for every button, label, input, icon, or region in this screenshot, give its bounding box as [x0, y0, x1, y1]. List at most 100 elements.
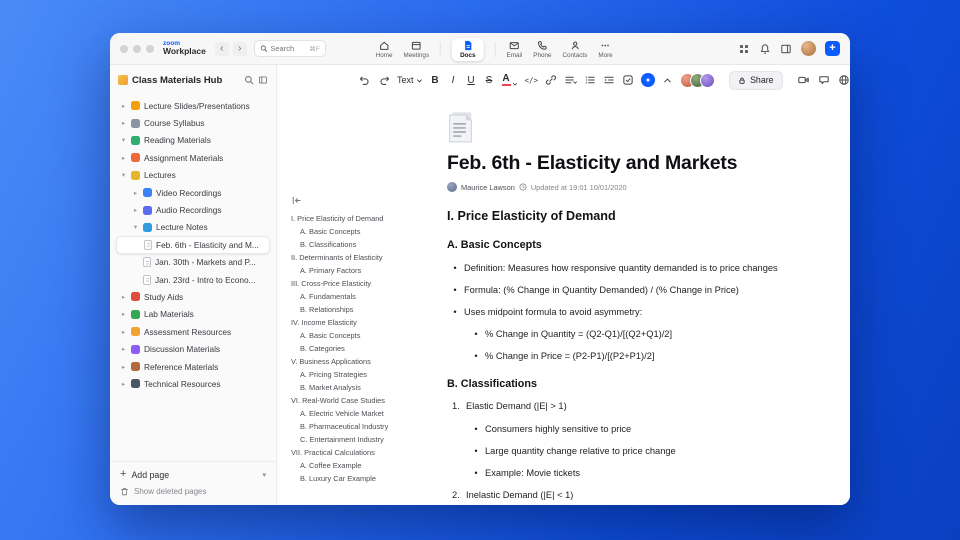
side-panel-icon[interactable]: [780, 43, 792, 55]
outline-item[interactable]: A. Electric Vehicle Market: [291, 407, 433, 420]
tab-email[interactable]: Email: [507, 40, 522, 59]
document-body[interactable]: Feb. 6th - Elasticity and Markets Mauric…: [447, 111, 850, 501]
redo-icon[interactable]: [378, 74, 390, 86]
chevron-down-icon[interactable]: ▾: [132, 223, 139, 231]
sidebar-item-technical-resources[interactable]: ▸ Technical Resources: [116, 375, 270, 392]
chevron-right-icon[interactable]: ▸: [120, 328, 127, 336]
collapse-outline-icon[interactable]: [291, 195, 302, 206]
font-color-button[interactable]: A: [501, 73, 518, 87]
sidebar-item-jan-23rd-note[interactable]: Jan. 23rd - Intro to Econo...: [116, 271, 270, 288]
tab-home[interactable]: Home: [376, 40, 393, 59]
window-zoom-button[interactable]: [146, 44, 154, 53]
bullet-list-icon[interactable]: [584, 74, 596, 86]
comments-icon[interactable]: [818, 74, 830, 86]
link-icon[interactable]: [545, 74, 557, 86]
notifications-bell-icon[interactable]: [759, 43, 771, 55]
tab-phone[interactable]: Phone: [533, 40, 551, 59]
tab-meetings[interactable]: Meetings: [404, 40, 429, 59]
share-button[interactable]: Share: [729, 70, 783, 90]
outline-item[interactable]: A. Pricing Strategies: [291, 368, 433, 381]
outline-item[interactable]: A. Primary Factors: [291, 264, 433, 277]
collapse-sidebar-icon[interactable]: [258, 75, 268, 85]
chevron-right-icon[interactable]: ▸: [120, 119, 127, 127]
outline-item[interactable]: B. Relationships: [291, 303, 433, 316]
show-deleted-pages-button[interactable]: Show deleted pages: [120, 487, 266, 496]
outline-item[interactable]: B. Pharmaceutical Industry: [291, 420, 433, 433]
window-minimize-button[interactable]: [133, 44, 141, 53]
sidebar-item-discussion-materials[interactable]: ▸ Discussion Materials: [116, 340, 270, 357]
search-input[interactable]: [270, 44, 307, 53]
chevron-right-icon[interactable]: ▸: [120, 380, 127, 388]
chevron-down-icon[interactable]: ▾: [120, 136, 127, 144]
sidebar-item-assessment-resources[interactable]: ▸ Assessment Resources: [116, 323, 270, 340]
outline-item[interactable]: I. Price Elasticity of Demand: [291, 212, 433, 225]
chevron-down-icon[interactable]: ▾: [120, 171, 127, 179]
sidebar-item-lecture-slides[interactable]: ▸ Lecture Slides/Presentations: [116, 97, 270, 114]
chevron-down-icon[interactable]: ▾: [262, 471, 266, 479]
checklist-icon[interactable]: [622, 74, 634, 86]
bold-button[interactable]: B: [430, 75, 441, 86]
globe-icon[interactable]: [838, 74, 850, 86]
tab-more[interactable]: More: [598, 40, 613, 59]
ai-companion-button[interactable]: [641, 73, 656, 87]
sidebar-item-lecture-notes[interactable]: ▾ Lecture Notes: [116, 219, 270, 236]
tab-contacts[interactable]: Contacts: [562, 40, 587, 59]
sidebar-item-jan-30th-note[interactable]: Jan. 30th - Markets and P...: [116, 254, 270, 271]
sidebar-item-lectures[interactable]: ▾ Lectures: [116, 167, 270, 184]
outline-item[interactable]: III. Cross-Price Elasticity: [291, 277, 433, 290]
apps-grid-icon[interactable]: [738, 43, 750, 55]
outline-item[interactable]: A. Coffee Example: [291, 459, 433, 472]
search-shortcut-hint: ⌘F: [309, 45, 320, 53]
outline-item[interactable]: B. Classifications: [291, 238, 433, 251]
sidebar-item-video-recordings[interactable]: ▸ Video Recordings: [116, 184, 270, 201]
sidebar-item-audio-recordings[interactable]: ▸ Audio Recordings: [116, 201, 270, 218]
chevron-right-icon[interactable]: ▸: [120, 154, 127, 162]
outline-item[interactable]: V. Business Applications: [291, 355, 433, 368]
sidebar-item-assignment-materials[interactable]: ▸ Assignment Materials: [116, 149, 270, 166]
global-search[interactable]: ⌘F: [253, 40, 326, 57]
outline-item[interactable]: A. Basic Concepts: [291, 329, 433, 342]
outline-item[interactable]: VI. Real-World Case Studies: [291, 394, 433, 407]
forward-button[interactable]: ›: [232, 41, 247, 56]
outline-item[interactable]: II. Determinants of Elasticity: [291, 251, 433, 264]
sidebar-item-feb-6th-note[interactable]: Feb. 6th - Elasticity and M...: [116, 236, 270, 254]
outline-item[interactable]: A. Fundamentals: [291, 290, 433, 303]
sidebar-item-course-syllabus[interactable]: ▸ Course Syllabus: [116, 114, 270, 131]
indent-icon[interactable]: [603, 74, 615, 86]
outline-item[interactable]: B. Market Analysis: [291, 381, 433, 394]
video-camera-icon[interactable]: [797, 74, 810, 86]
outline-item[interactable]: A. Basic Concepts: [291, 225, 433, 238]
text-style-dropdown[interactable]: Text: [397, 75, 423, 85]
chevron-right-icon[interactable]: ▸: [120, 102, 127, 110]
undo-icon[interactable]: [359, 74, 371, 86]
outline-item[interactable]: B. Categories: [291, 342, 433, 355]
add-page-button[interactable]: + Add page ▾: [120, 469, 266, 480]
chevron-right-icon[interactable]: ▸: [132, 206, 139, 214]
underline-button[interactable]: U: [466, 75, 477, 86]
strikethrough-button[interactable]: S: [484, 75, 495, 86]
sidebar-item-lab-materials[interactable]: ▸ Lab Materials: [116, 306, 270, 323]
chevron-right-icon[interactable]: ▸: [120, 345, 127, 353]
chevron-right-icon[interactable]: ▸: [120, 363, 127, 371]
sidebar-item-reading-materials[interactable]: ▾ Reading Materials: [116, 132, 270, 149]
outline-item[interactable]: VII. Practical Calculations: [291, 446, 433, 459]
outline-item[interactable]: C. Entertainment Industry: [291, 433, 433, 446]
align-icon[interactable]: [564, 74, 577, 86]
sidebar-item-study-aids[interactable]: ▸ Study Aids: [116, 288, 270, 305]
collaborator-avatars[interactable]: [680, 72, 716, 88]
collapse-toolbar-chevron-icon[interactable]: [662, 75, 673, 86]
window-close-button[interactable]: [120, 44, 128, 53]
italic-button[interactable]: I: [448, 75, 459, 86]
new-item-plus-button[interactable]: +: [825, 41, 840, 56]
sidebar-search-icon[interactable]: [244, 75, 254, 85]
chevron-right-icon[interactable]: ▸: [120, 293, 127, 301]
outline-item[interactable]: B. Luxury Car Example: [291, 472, 433, 485]
code-button[interactable]: </>: [525, 76, 539, 85]
user-avatar[interactable]: [801, 41, 816, 56]
chevron-right-icon[interactable]: ▸: [120, 310, 127, 318]
tab-docs[interactable]: Docs: [452, 37, 484, 61]
sidebar-item-reference-materials[interactable]: ▸ Reference Materials: [116, 358, 270, 375]
back-button[interactable]: ‹: [214, 41, 229, 56]
outline-item[interactable]: IV. Income Elasticity: [291, 316, 433, 329]
chevron-right-icon[interactable]: ▸: [132, 189, 139, 197]
